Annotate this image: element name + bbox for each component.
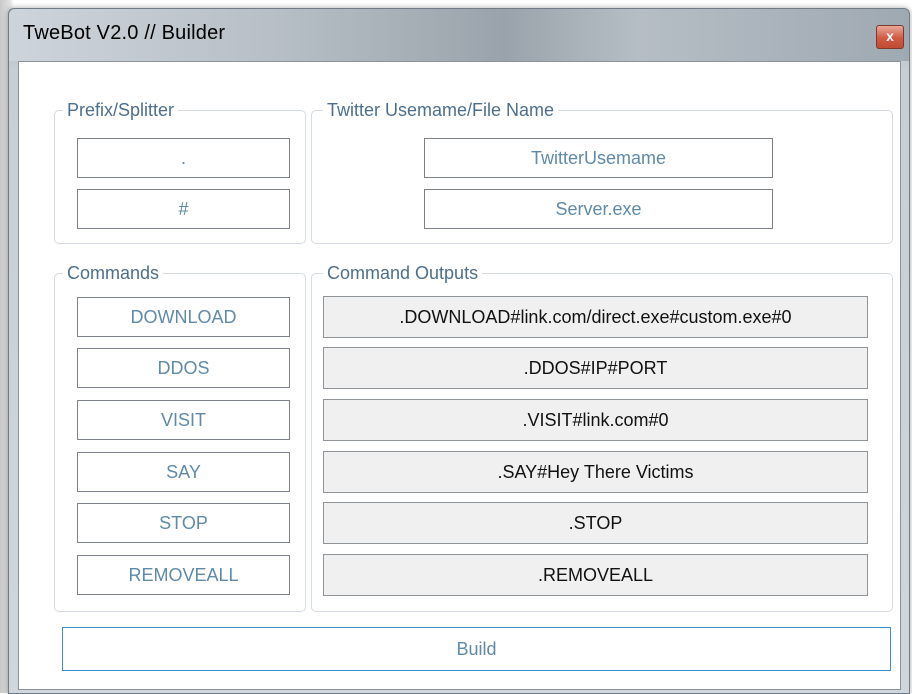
builder-window: TweBot V2.0 // Builder x Prefix/Splitter… [8, 8, 910, 694]
build-button[interactable]: Build [62, 627, 891, 671]
command-outputs-group: Command Outputs .DOWNLOAD#link.com/direc… [311, 262, 893, 612]
prefix-splitter-group: Prefix/Splitter . # [54, 99, 306, 244]
command-outputs-group-label: Command Outputs [323, 262, 483, 284]
splitter-input[interactable]: # [77, 189, 290, 229]
close-button[interactable]: x [876, 25, 904, 49]
twitter-username-input[interactable]: TwitterUsemame [424, 138, 773, 178]
command-stop-input[interactable]: STOP [77, 503, 290, 543]
title-bar[interactable]: TweBot V2.0 // Builder x [9, 9, 909, 61]
close-icon: x [886, 28, 894, 44]
prefix-splitter-group-label: Prefix/Splitter [63, 99, 179, 121]
output-download-field[interactable]: .DOWNLOAD#link.com/direct.exe#custom.exe… [323, 296, 868, 338]
command-download-input[interactable]: DOWNLOAD [77, 297, 290, 337]
command-say-input[interactable]: SAY [77, 452, 290, 492]
commands-group: Commands DOWNLOAD DDOS VISIT SAY STOP RE… [54, 262, 306, 612]
output-visit-field[interactable]: .VISIT#link.com#0 [323, 399, 868, 441]
output-removeall-field[interactable]: .REMOVEALL [323, 554, 868, 596]
output-ddos-field[interactable]: .DDOS#IP#PORT [323, 347, 868, 389]
output-stop-field[interactable]: .STOP [323, 502, 868, 544]
window-title: TweBot V2.0 // Builder [23, 22, 226, 44]
twitter-file-group-label: Twitter Usemame/File Name [323, 99, 559, 121]
window-client-area: Prefix/Splitter . # Twitter Usemame/File… [18, 61, 901, 690]
prefix-input[interactable]: . [77, 138, 290, 178]
command-ddos-input[interactable]: DDOS [77, 348, 290, 388]
output-say-field[interactable]: .SAY#Hey There Victims [323, 451, 868, 493]
twitter-file-group: Twitter Usemame/File Name TwitterUsemame… [311, 99, 893, 244]
file-name-input[interactable]: Server.exe [424, 189, 773, 229]
command-removeall-input[interactable]: REMOVEALL [77, 555, 290, 595]
commands-group-label: Commands [63, 262, 164, 284]
command-visit-input[interactable]: VISIT [77, 400, 290, 440]
